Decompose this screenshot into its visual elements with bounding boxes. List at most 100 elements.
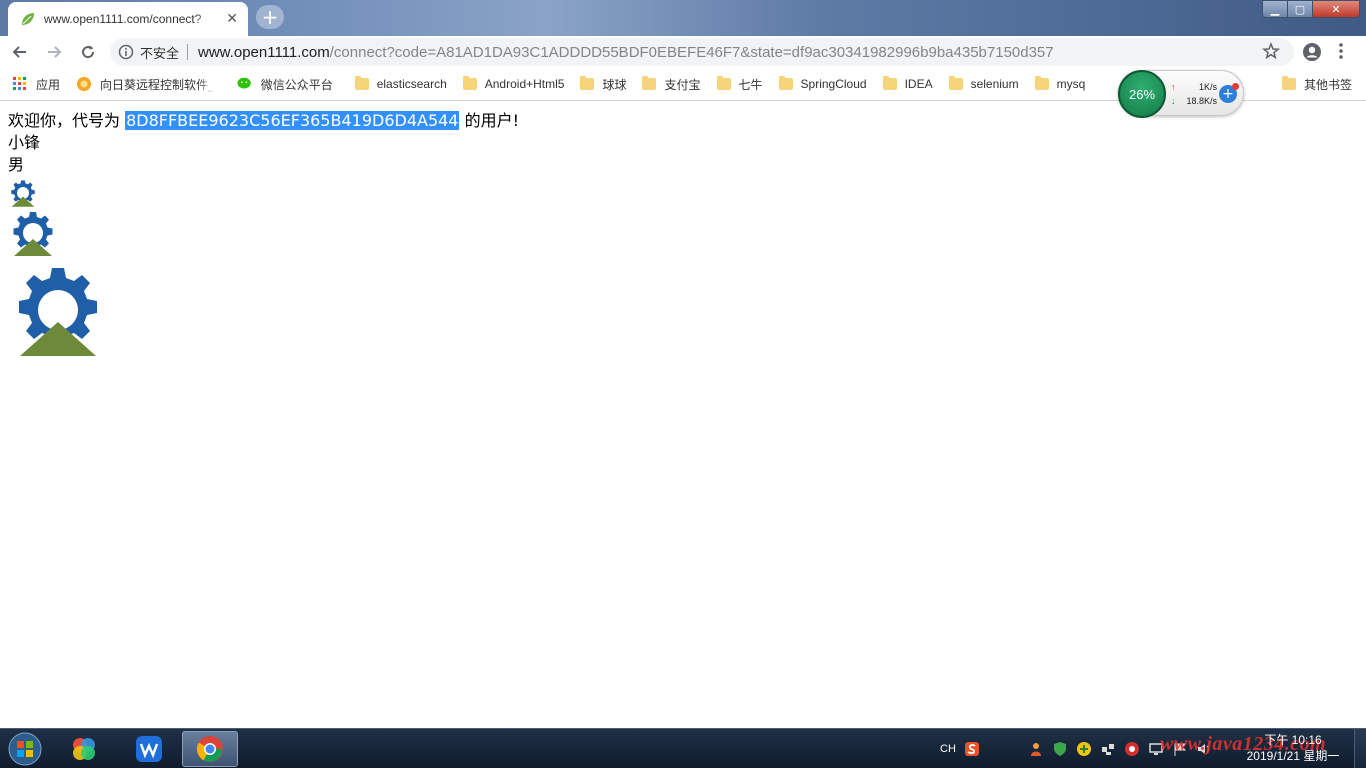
- greeting-line: 欢迎你，代号为 8D8FFBEE9623C56EF365B419D6D4A544…: [8, 110, 519, 132]
- bookmark-mysql[interactable]: mysq: [1027, 71, 1094, 97]
- bookmark-wechat[interactable]: 微信公众平台: [229, 71, 341, 97]
- browser-menu-button[interactable]: [1338, 42, 1344, 64]
- upload-rate: 1K/s: [1198, 82, 1217, 92]
- start-button[interactable]: [4, 731, 46, 767]
- url-host: www.open1111.com: [198, 43, 330, 61]
- speed-rates: ↑ 1K/s ↓ 18.8K/s: [1171, 80, 1217, 108]
- bookmark-android-html5[interactable]: Android+Html5: [455, 71, 573, 97]
- profile-button[interactable]: [1302, 42, 1322, 66]
- forward-button[interactable]: [40, 38, 68, 66]
- folder-icon: [716, 76, 731, 90]
- address-bar[interactable]: 不安全 www.open1111.com /connect?code=A81AD…: [110, 38, 1294, 66]
- reload-icon: [82, 45, 95, 59]
- star-icon: [1262, 41, 1280, 60]
- folder-icon: [882, 76, 897, 90]
- system-clock[interactable]: 下午 10:16 2019/1/21 星期一: [1238, 732, 1348, 764]
- folder-icon: [778, 76, 793, 90]
- bookmark-label: Android+Html5: [484, 77, 565, 91]
- sogou-ime-icon[interactable]: [964, 740, 980, 758]
- bookmark-apps[interactable]: 应用: [0, 71, 68, 97]
- greeting-suffix: 的用户!: [459, 111, 519, 130]
- back-button[interactable]: [6, 38, 34, 66]
- browser-titlebar: www.open1111.com/connect? ✕ + ▁ ▢ ✕: [0, 0, 1366, 36]
- taskbar-app-chrome[interactable]: [182, 731, 238, 767]
- taskbar-app-launcher[interactable]: [56, 731, 112, 767]
- bookmark-elasticsearch[interactable]: elasticsearch: [347, 71, 455, 97]
- taskbar-app-wps[interactable]: [121, 731, 177, 767]
- folder-icon: [948, 76, 963, 90]
- bookmark-label: elasticsearch: [376, 77, 447, 91]
- windows-logo-icon: [8, 732, 42, 766]
- bookmark-springcloud[interactable]: SpringCloud: [771, 71, 875, 97]
- avatar-large-image: [19, 268, 97, 356]
- arrow-right-icon: [48, 46, 62, 58]
- arrow-left-icon: [12, 46, 26, 58]
- browser-toolbar: 不安全 www.open1111.com /connect?code=A81AD…: [0, 36, 1366, 68]
- network-speed-widget[interactable]: 26% ↑ 1K/s ↓ 18.8K/s +: [1118, 70, 1244, 118]
- folder-icon: [462, 76, 477, 90]
- tray-network-icon[interactable]: [1100, 740, 1116, 758]
- folder-icon: [642, 76, 657, 90]
- greeting-prefix: 欢迎你，代号为: [8, 111, 126, 130]
- close-window-button[interactable]: ✕: [1312, 0, 1360, 18]
- clock-time: 下午 10:16: [1264, 733, 1322, 747]
- folder-icon: [1034, 76, 1049, 90]
- window-controls: ▁ ▢ ✕: [1262, 0, 1360, 18]
- tab-active[interactable]: www.open1111.com/connect? ✕: [8, 2, 248, 36]
- colorful-app-icon: [73, 738, 95, 760]
- tray-shield-icon[interactable]: [1052, 740, 1068, 758]
- windows-taskbar: CH www.java1234.com 下午 10:16 2019/1/21 星…: [0, 728, 1366, 768]
- new-tab-button[interactable]: +: [256, 5, 284, 29]
- user-code[interactable]: 8D8FFBEE9623C56EF365B419D6D4A544: [125, 111, 460, 130]
- apps-grid-icon: [12, 76, 28, 92]
- bookmark-star-button[interactable]: [1262, 41, 1280, 64]
- sunflower-icon: [76, 76, 92, 92]
- speed-percent: 26%: [1118, 70, 1166, 118]
- avatar-medium-image: [13, 212, 53, 256]
- folder-icon: [354, 76, 369, 90]
- reload-button[interactable]: [74, 38, 102, 66]
- bookmark-label: 向日葵远程控制软件_: [100, 77, 215, 92]
- wps-icon: [136, 736, 162, 762]
- nickname: 小锋: [8, 133, 41, 152]
- tray-plus-icon[interactable]: [1076, 740, 1092, 758]
- bookmark-alipay[interactable]: 支付宝: [634, 71, 708, 97]
- speed-plus-button[interactable]: +: [1219, 83, 1239, 103]
- tray-person-icon[interactable]: [1028, 740, 1044, 758]
- bookmark-idea[interactable]: IDEA: [875, 71, 941, 97]
- upload-arrow-icon: ↑: [1171, 82, 1176, 92]
- info-icon[interactable]: [118, 44, 134, 60]
- input-language-indicator[interactable]: CH: [940, 740, 956, 758]
- other-bookmarks-label: 其他书签: [1303, 77, 1352, 92]
- folder-icon: [1281, 76, 1296, 90]
- download-arrow-icon: ↓: [1171, 96, 1176, 106]
- tray-antivirus-icon[interactable]: [1124, 740, 1140, 758]
- bookmark-label: IDEA: [904, 77, 933, 91]
- bookmark-sunflower[interactable]: 向日葵远程控制软件_: [68, 71, 223, 97]
- minimize-button[interactable]: ▁: [1262, 0, 1288, 18]
- bookmark-qiuqiu[interactable]: 球球: [572, 71, 634, 97]
- tab-title: www.open1111.com/connect?: [44, 12, 202, 26]
- other-bookmarks[interactable]: 其他书签: [1274, 71, 1360, 97]
- bookmark-label: 微信公众平台: [260, 77, 333, 92]
- download-rate: 18.8K/s: [1186, 96, 1217, 106]
- clock-date: 2019/1/21 星期一: [1246, 749, 1340, 763]
- gender: 男: [8, 155, 25, 174]
- bookmark-label: selenium: [970, 77, 1019, 91]
- bookmark-qiniu[interactable]: 七牛: [709, 71, 771, 97]
- bookmark-selenium[interactable]: selenium: [941, 71, 1027, 97]
- bookmark-label: 七牛: [738, 77, 763, 92]
- show-desktop-button[interactable]: [1354, 729, 1366, 768]
- bookmark-label: 球球: [602, 77, 627, 92]
- maximize-button[interactable]: ▢: [1287, 0, 1313, 18]
- leaf-favicon-icon: [20, 11, 36, 27]
- bookmark-label: SpringCloud: [800, 77, 867, 91]
- tab-close-icon[interactable]: ✕: [226, 11, 238, 27]
- account-icon: [1303, 43, 1321, 61]
- page-content: 欢迎你，代号为 8D8FFBEE9623C56EF365B419D6D4A544…: [8, 110, 519, 360]
- security-status[interactable]: 不安全: [140, 43, 179, 62]
- bookmark-label: 支付宝: [664, 77, 701, 92]
- more-vertical-icon: [1339, 43, 1343, 59]
- url-path: /connect?code=A81AD1DA93C1ADDDD55BDF0EBE…: [329, 43, 1054, 61]
- folder-icon: [580, 76, 595, 90]
